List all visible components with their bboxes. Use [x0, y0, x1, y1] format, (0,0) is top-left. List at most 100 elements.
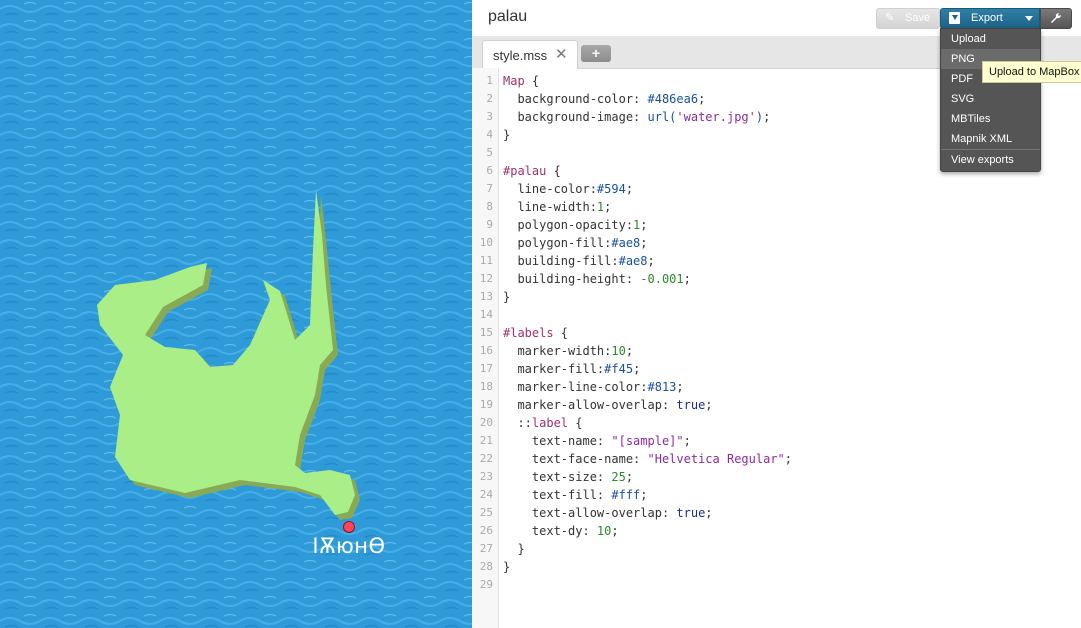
export-label: Export [971, 12, 1003, 24]
map-label: ІѪюнѲ [312, 534, 386, 558]
code-line[interactable]: text-size: 25; [503, 468, 792, 486]
code-token: text-size: [503, 470, 612, 484]
code-token: text-fill: [503, 488, 612, 502]
code-token: ; [784, 452, 793, 466]
chevron-down-icon [1025, 16, 1033, 21]
code-token: ; [604, 200, 612, 214]
line-number: 22 [479, 452, 493, 465]
code-token: background-image: [503, 110, 648, 124]
code-line[interactable]: polygon-opacity:1; [503, 216, 792, 234]
code-token: ; [640, 488, 648, 502]
code-token: "Helvetica Regular" [647, 452, 785, 466]
code-token: Map [503, 74, 525, 88]
code-token: #ae8 [611, 236, 641, 250]
line-number: 5 [486, 146, 493, 159]
code-line[interactable]: text-fill: #fff; [503, 486, 792, 504]
line-number: 21 [479, 434, 493, 447]
line-number: 13 [479, 290, 493, 303]
code-token: ; [625, 344, 634, 358]
line-number: 14 [479, 308, 493, 321]
code-token: 10 [611, 344, 626, 358]
code-token: polygon-opacity: [503, 218, 634, 232]
code-line[interactable]: background-image: url('water.jpg'); [503, 108, 792, 126]
code-token: polygon-fill: [503, 236, 612, 250]
code-line[interactable]: Map { [503, 72, 792, 90]
code-line[interactable]: background-color: #486ea6; [503, 90, 792, 108]
line-number: 25 [479, 506, 493, 519]
tools-button[interactable] [1040, 8, 1072, 29]
code-line[interactable]: } [503, 558, 792, 576]
code-line[interactable]: line-color:#594; [503, 180, 792, 198]
code-token: ; [705, 506, 713, 520]
export-svg[interactable]: SVG [941, 89, 1040, 109]
code-line[interactable] [503, 306, 792, 324]
map-canvas[interactable] [0, 0, 472, 628]
code-editor[interactable]: Map { background-color: #486ea6; backgro… [503, 72, 792, 594]
code-line[interactable]: #labels { [503, 324, 792, 342]
editor-pane: palau ✎ Save Export style.mss ✕ + 1 2 3 … [472, 0, 1081, 628]
tab-label: style.mss [493, 48, 548, 63]
add-tab-button[interactable]: + [581, 45, 611, 62]
code-token: building-fill: [503, 254, 619, 268]
code-line[interactable] [503, 144, 792, 162]
code-token: { [546, 164, 561, 178]
line-number: 8 [486, 200, 493, 213]
code-line[interactable]: text-dy: 10; [503, 522, 792, 540]
line-number: 11 [479, 254, 493, 267]
save-button[interactable]: ✎ Save [876, 8, 940, 29]
code-line[interactable]: building-fill:#ae8; [503, 252, 792, 270]
code-line[interactable]: text-face-name: "Helvetica Regular"; [503, 450, 792, 468]
map-preview[interactable]: ІѪюнѲ [0, 0, 472, 628]
map-marker [343, 521, 355, 533]
code-line[interactable]: marker-fill:#f45; [503, 360, 792, 378]
line-number: 12 [479, 272, 493, 285]
code-line[interactable]: polygon-fill:#ae8; [503, 234, 792, 252]
code-line[interactable]: building-height: -0.001; [503, 270, 792, 288]
save-label: Save [905, 12, 931, 24]
code-token: } [503, 542, 525, 556]
code-token: url( [647, 110, 677, 124]
line-number: 20 [479, 416, 493, 429]
code-token: #813 [647, 380, 677, 394]
line-number: 19 [479, 398, 493, 411]
export-button[interactable]: Export [940, 8, 1040, 29]
code-token: ; [611, 524, 619, 538]
line-number: 10 [479, 236, 493, 249]
code-line[interactable] [503, 576, 792, 594]
code-token: :: [503, 416, 532, 430]
code-token: true [676, 506, 706, 520]
code-line[interactable]: text-allow-overlap: true; [503, 504, 792, 522]
code-token: ; [763, 110, 771, 124]
view-exports[interactable]: View exports [941, 150, 1040, 170]
export-mbtiles[interactable]: MBTiles [941, 109, 1040, 129]
code-token: ; [625, 182, 634, 196]
code-line[interactable]: #palau { [503, 162, 792, 180]
code-token: ; [633, 362, 641, 376]
code-token: } [503, 560, 511, 574]
code-token: { [553, 326, 569, 340]
code-token: 10 [596, 524, 612, 538]
code-line[interactable]: } [503, 126, 792, 144]
line-number: 16 [479, 344, 493, 357]
line-number: 9 [486, 218, 493, 231]
code-line[interactable]: marker-line-color:#813; [503, 378, 792, 396]
export-upload[interactable]: Upload [941, 29, 1040, 49]
line-number: 2 [486, 92, 493, 105]
code-token: true [676, 398, 706, 412]
code-line[interactable]: marker-width:10; [503, 342, 792, 360]
tab-style-mss[interactable]: style.mss ✕ [482, 40, 578, 69]
line-number: 3 [486, 110, 493, 123]
line-number: 24 [479, 488, 493, 501]
code-token: label [531, 416, 569, 430]
close-icon[interactable]: ✕ [555, 45, 568, 63]
line-number: 4 [486, 128, 493, 141]
code-line[interactable]: ::label { [503, 414, 792, 432]
code-line[interactable]: line-width:1; [503, 198, 792, 216]
code-line[interactable]: } [503, 288, 792, 306]
export-mapnik-xml[interactable]: Mapnik XML [941, 129, 1040, 149]
code-line[interactable]: } [503, 540, 792, 558]
code-line[interactable]: text-name: "[sample]"; [503, 432, 792, 450]
line-number: 28 [479, 560, 493, 573]
code-line[interactable]: marker-allow-overlap: true; [503, 396, 792, 414]
code-token: line-color: [503, 182, 597, 196]
